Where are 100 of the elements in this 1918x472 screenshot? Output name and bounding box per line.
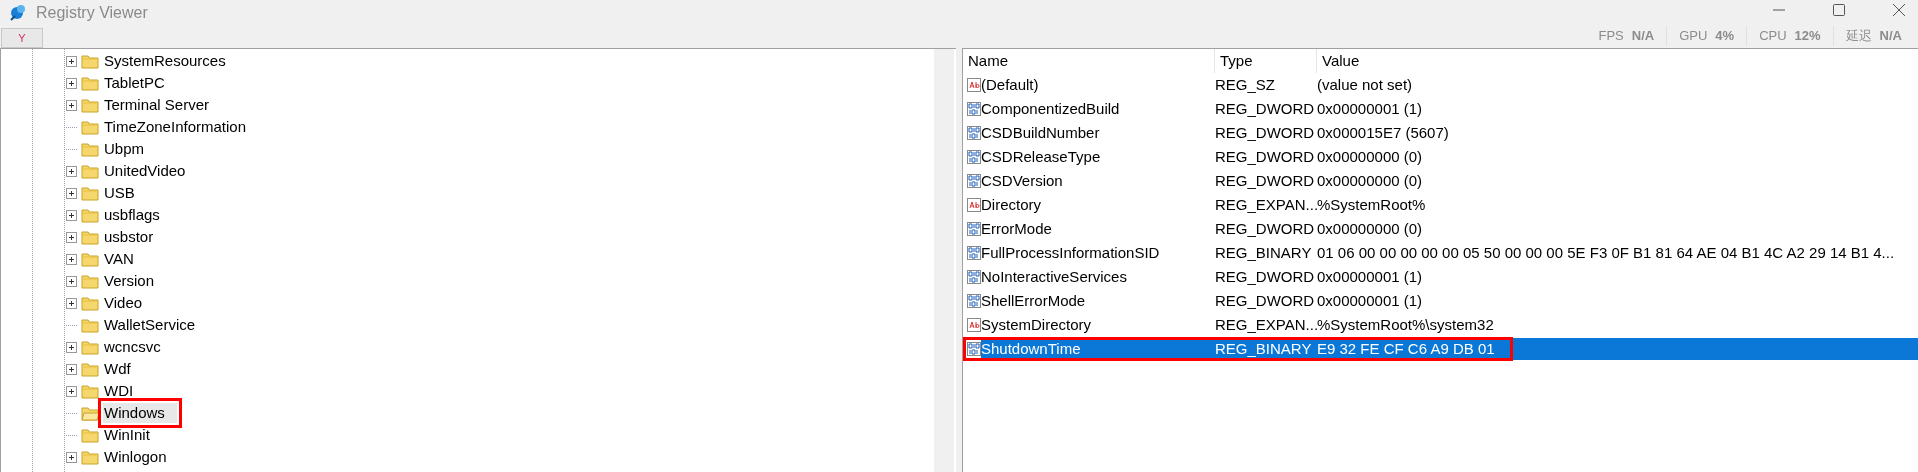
- type-cell-text: REG_DWORD: [1215, 218, 1316, 239]
- folder-icon: [81, 361, 99, 377]
- binary-value-icon: [967, 294, 981, 308]
- expand-icon[interactable]: [66, 99, 77, 111]
- name-cell-text: CSDReleaseType: [981, 146, 1102, 167]
- value-row[interactable]: (Default) REG_SZ (value not set): [963, 73, 1918, 97]
- folder-icon: [81, 383, 99, 399]
- folder-icon: [81, 163, 99, 179]
- value-row[interactable]: CSDVersion REG_DWORD 0x00000000 (0): [963, 169, 1918, 193]
- expand-icon[interactable]: [66, 451, 77, 463]
- folder-icon: [81, 427, 99, 443]
- binary-value-icon: [967, 126, 981, 140]
- tree-item[interactable]: usbflags: [103, 205, 161, 225]
- name-cell-text: ErrorMode: [981, 218, 1053, 239]
- overlay-label: FPS: [1598, 27, 1624, 45]
- tree-item[interactable]: WalletService: [103, 315, 197, 335]
- folder-icon: [81, 207, 99, 223]
- name-cell-text: ComponentizedBuild: [981, 98, 1121, 119]
- type-cell-text: REG_DWORD: [1215, 146, 1316, 167]
- expand-icon[interactable]: [66, 253, 77, 265]
- tree-item[interactable]: WinInit: [103, 425, 151, 445]
- app-icon: [8, 3, 28, 23]
- value-cell-text: 0x00000001 (1): [1317, 266, 1423, 287]
- type-cell-text: REG_SZ: [1215, 74, 1276, 95]
- type-cell-text: REG_EXPAN...: [1215, 314, 1317, 335]
- column-header[interactable]: Value: [1317, 49, 1918, 73]
- expand-icon[interactable]: [66, 209, 77, 221]
- type-cell-text: REG_BINARY: [1215, 242, 1313, 263]
- tree-item[interactable]: Version: [103, 271, 156, 291]
- value-row[interactable]: ComponentizedBuild REG_DWORD 0x00000001 (1): [963, 97, 1918, 121]
- type-cell-text: REG_DWORD: [1215, 98, 1316, 119]
- overlay-value: 4%: [1715, 27, 1735, 45]
- name-cell-text: ShellErrorMode: [981, 290, 1087, 311]
- value-cell-text: %SystemRoot%\system32: [1317, 314, 1494, 335]
- value-cell-text: 0x00000000 (0): [1317, 218, 1423, 239]
- name-cell-text: NoInteractiveServices: [981, 266, 1128, 287]
- toolbar-button[interactable]: Y: [1, 28, 43, 48]
- value-cell-text: E9 32 FE CF C6 A9 DB 01: [1317, 338, 1495, 359]
- tree-item[interactable]: usbstor: [103, 227, 155, 247]
- value-row[interactable]: ErrorMode REG_DWORD 0x00000000 (0): [963, 217, 1918, 241]
- expand-icon[interactable]: [66, 275, 77, 287]
- overlay-value: N/A: [1879, 27, 1902, 45]
- close-icon[interactable]: [1892, 3, 1906, 17]
- expand-icon[interactable]: [66, 165, 77, 177]
- type-cell-text: REG_BINARY: [1215, 338, 1313, 359]
- expand-icon[interactable]: [66, 187, 77, 199]
- value-cell-text: (value not set): [1317, 74, 1413, 95]
- folder-icon: [81, 75, 99, 91]
- folder-icon: [81, 317, 99, 333]
- tree-item[interactable]: UnitedVideo: [103, 161, 187, 181]
- folder-icon: [81, 339, 99, 355]
- tree-item[interactable]: Winlogon: [103, 447, 168, 467]
- expand-icon[interactable]: [66, 231, 77, 243]
- tree-item[interactable]: WDI: [103, 381, 135, 401]
- type-cell-text: REG_DWORD: [1215, 170, 1316, 191]
- value-row[interactable]: SystemDirectory REG_EXPAN...%SystemRoot%\system32: [963, 313, 1918, 337]
- maximize-icon[interactable]: [1832, 3, 1846, 17]
- tree-item[interactable]: SystemResources: [103, 51, 227, 71]
- name-cell-text: FullProcessInformationSID: [981, 242, 1161, 263]
- tree-item[interactable]: Terminal Server: [103, 95, 211, 115]
- expand-icon[interactable]: [66, 55, 77, 67]
- name-cell-text: CSDVersion: [981, 170, 1064, 191]
- name-cell-text: CSDBuildNumber: [981, 122, 1101, 143]
- value-row[interactable]: NoInteractiveServices REG_DWORD 0x00000001 (1): [963, 265, 1918, 289]
- value-cell-text: 0x00000000 (0): [1317, 146, 1423, 167]
- value-row[interactable]: CSDReleaseType REG_DWORD 0x00000000 (0): [963, 145, 1918, 169]
- expand-icon[interactable]: [66, 385, 77, 397]
- tree-item[interactable]: USB: [103, 183, 136, 203]
- binary-value-icon: [967, 222, 981, 236]
- value-row[interactable]: CSDBuildNumber REG_DWORD 0x000015E7 (5607): [963, 121, 1918, 145]
- folder-icon: [81, 97, 99, 113]
- value-cell-text: 0x00000000 (0): [1317, 170, 1423, 191]
- tree-item[interactable]: TimeZoneInformation: [103, 117, 247, 137]
- folder-icon: [81, 53, 99, 69]
- expand-icon[interactable]: [66, 341, 77, 353]
- expand-icon[interactable]: [66, 297, 77, 309]
- name-cell-text: (Default): [981, 74, 1040, 95]
- column-header[interactable]: Name: [963, 49, 1215, 73]
- string-value-icon: [967, 198, 981, 212]
- string-value-icon: [967, 78, 981, 92]
- expand-icon[interactable]: [66, 77, 77, 89]
- tree-item[interactable]: Wdf: [103, 359, 132, 379]
- binary-value-icon: [967, 342, 981, 356]
- tree-item[interactable]: wcncsvc: [103, 337, 162, 357]
- tree-item[interactable]: Ubpm: [103, 139, 145, 159]
- binary-value-icon: [967, 174, 981, 188]
- value-row[interactable]: ShellErrorMode REG_DWORD 0x00000001 (1): [963, 289, 1918, 313]
- value-row[interactable]: Directory REG_EXPAN...%SystemRoot%: [963, 193, 1918, 217]
- value-cell-text: 01 06 00 00 00 00 00 05 50 00 00 00 5E F3 0F B1 81 64 AE 04 B1 4C A2 29 14 B1 4...: [1317, 242, 1895, 263]
- folder-icon: [81, 295, 99, 311]
- open-folder-icon: [81, 405, 99, 421]
- folder-icon: [81, 119, 99, 135]
- expand-icon[interactable]: [66, 363, 77, 375]
- column-header[interactable]: Type: [1215, 49, 1317, 73]
- name-cell-text: SystemDirectory: [981, 314, 1093, 335]
- value-row[interactable]: FullProcessInformationSID REG_BINARY 01 06 00 00 00 00 00 05 50 00 00 00 5E F3 0F B1 81 64 AE 04 B1 4C A2 29 14 B1 4...: [963, 241, 1918, 265]
- binary-value-icon: [967, 102, 981, 116]
- tree-item[interactable]: VAN: [103, 249, 135, 269]
- tree-item[interactable]: Video: [103, 293, 144, 313]
- tree-item[interactable]: TabletPC: [103, 73, 166, 93]
